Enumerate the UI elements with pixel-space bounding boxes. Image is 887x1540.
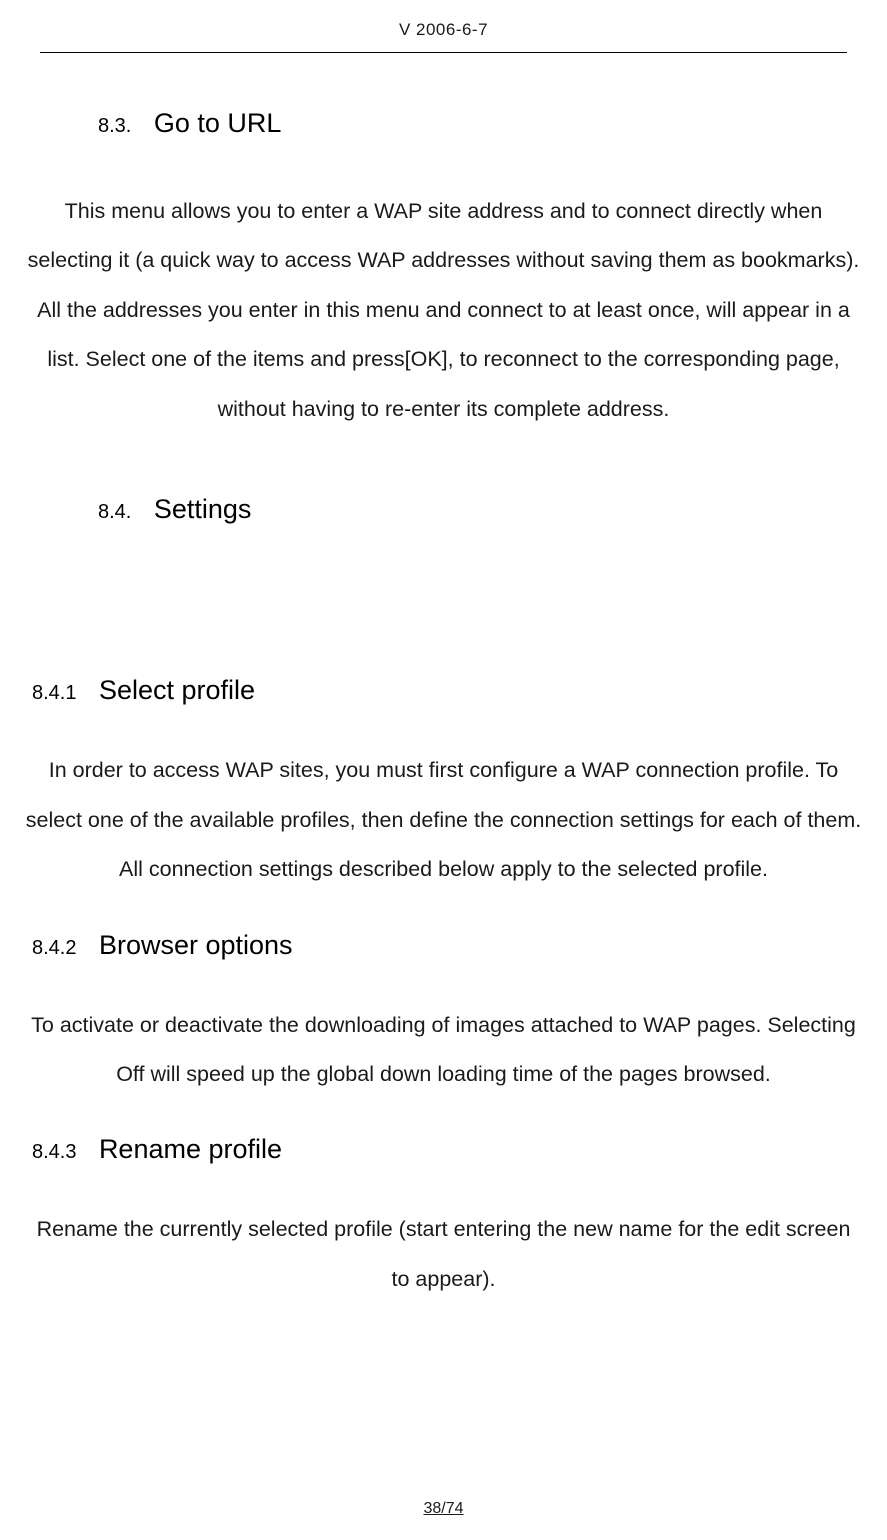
subsection-number: 8.4.3 <box>32 1141 76 1163</box>
subsection-8-4-2-body: To activate or deactivate the downloadin… <box>20 1001 867 1100</box>
subsection-number: 8.4.2 <box>32 937 76 959</box>
subsection-8-4-3-heading: 8.4.3 Rename profile <box>32 1134 867 1165</box>
page-footer: 38/74 <box>0 1500 887 1518</box>
subsection-title: Browser options <box>99 930 293 960</box>
header-version: V 2006-6-7 <box>399 20 488 39</box>
subsection-8-4-1-heading: 8.4.1 Select profile <box>32 675 867 706</box>
section-title: Settings <box>154 494 252 524</box>
document-content: 8.3. Go to URL This menu allows you to e… <box>0 53 887 1304</box>
subsection-number: 8.4.1 <box>32 682 76 704</box>
section-8-3-heading: 8.3. Go to URL <box>98 108 867 139</box>
subsection-8-4-2-heading: 8.4.2 Browser options <box>32 930 867 961</box>
page-number: 38/74 <box>423 1500 463 1517</box>
section-8-3-body: This menu allows you to enter a WAP site… <box>20 187 867 434</box>
subsection-8-4-1-body: In order to access WAP sites, you must f… <box>20 746 867 894</box>
subsection-title: Rename profile <box>99 1134 282 1164</box>
page-header: V 2006-6-7 <box>0 0 887 40</box>
section-number: 8.4. <box>98 501 131 523</box>
section-title: Go to URL <box>154 108 282 138</box>
subsection-title: Select profile <box>99 675 255 705</box>
section-number: 8.3. <box>98 115 131 137</box>
subsection-8-4-3-body: Rename the currently selected profile (s… <box>20 1205 867 1304</box>
section-8-4-heading: 8.4. Settings <box>98 494 867 525</box>
